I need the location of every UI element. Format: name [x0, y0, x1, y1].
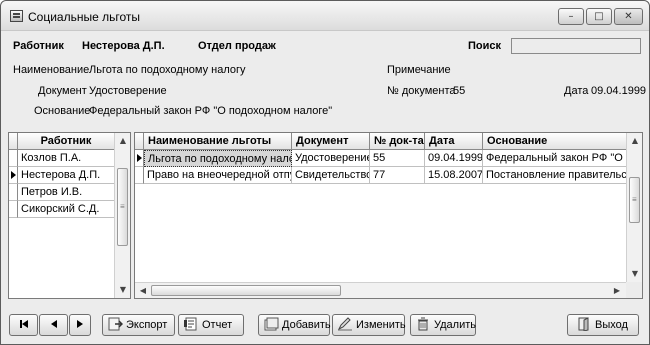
title-bar[interactable]: Социальные льготы – □ ✕: [1, 1, 649, 31]
column-header-doc-number[interactable]: № док-та: [370, 133, 425, 150]
benefit-cell-doc-number[interactable]: 77: [370, 167, 425, 184]
row-indicator: [135, 167, 144, 184]
next-record-button[interactable]: [69, 314, 91, 336]
employee-name: Нестерова Д.П.: [82, 40, 165, 52]
date-value: 09.04.1999: [591, 85, 647, 97]
benefit-cell-name[interactable]: Льгота по подоходному налогу: [144, 150, 292, 167]
scroll-down-arrow-icon[interactable]: ▼: [627, 266, 642, 282]
add-icon: [263, 317, 279, 331]
current-row-arrow-icon: [11, 171, 16, 179]
row-indicator-current: [9, 167, 18, 184]
scrollbar-corner: [626, 282, 642, 298]
maximize-button[interactable]: □: [586, 8, 612, 25]
search-label: Поиск: [468, 40, 502, 52]
first-record-button[interactable]: [9, 314, 38, 336]
delete-button[interactable]: Удалить: [410, 314, 476, 336]
scroll-down-arrow-icon[interactable]: ▼: [115, 282, 130, 298]
edit-label: Изменить: [356, 319, 406, 331]
name-value: Льгота по подоходному налогу: [89, 64, 246, 76]
employee-row-selected[interactable]: Нестерова Д.П.: [18, 167, 115, 184]
benefit-cell-name[interactable]: Право на внеочередной отпуск: [144, 167, 292, 184]
search-input[interactable]: [511, 38, 641, 54]
app-window-icon: [10, 10, 23, 22]
window-title: Социальные льготы: [28, 10, 141, 24]
doc-number-label: № документа: [387, 85, 456, 97]
benefit-cell-document[interactable]: Удостоверение: [292, 150, 370, 167]
scroll-right-arrow-icon[interactable]: ▶: [609, 283, 625, 298]
date-label: Дата: [564, 85, 589, 97]
scroll-up-arrow-icon[interactable]: ▲: [627, 133, 642, 149]
benefit-cell-basis[interactable]: Постановление правительства: [483, 167, 628, 184]
benefit-cell-date[interactable]: 15.08.2007: [425, 167, 483, 184]
prev-arrow-icon: [50, 320, 57, 328]
edit-icon: [337, 317, 353, 331]
benefit-cell-document[interactable]: Свидетельство: [292, 167, 370, 184]
add-label: Добавить: [282, 319, 331, 331]
employee-row[interactable]: Сикорский С.Д.: [18, 201, 115, 218]
column-header-date[interactable]: Дата: [425, 133, 483, 150]
next-arrow-icon: [77, 320, 83, 328]
indicator-header: [135, 133, 144, 150]
delete-icon: [415, 317, 431, 331]
doc-number-value: 55: [453, 85, 466, 97]
name-label: Наименование: [13, 64, 90, 76]
employees-vertical-scrollbar[interactable]: ▲ ≡ ▼: [114, 133, 130, 298]
benefit-cell-doc-number[interactable]: 55: [370, 150, 425, 167]
report-label: Отчет: [202, 319, 233, 331]
document-value: Удостоверение: [89, 85, 167, 97]
column-header-benefit-name[interactable]: Наименование льготы: [144, 133, 292, 150]
note-label: Примечание: [387, 64, 451, 76]
employee-row[interactable]: Петров И.В.: [18, 184, 115, 201]
scroll-left-arrow-icon[interactable]: ◀: [135, 283, 151, 298]
column-header-employee[interactable]: Работник: [18, 133, 115, 150]
basis-label: Основание: [34, 105, 91, 117]
current-row-arrow-icon: [137, 154, 142, 162]
close-button[interactable]: ✕: [614, 8, 643, 25]
export-icon: [107, 317, 123, 331]
basis-value: Федеральный закон РФ "О подоходном налог…: [89, 105, 333, 117]
document-label: Документ: [38, 85, 87, 97]
exit-label: Выход: [595, 319, 628, 331]
benefit-cell-basis[interactable]: Федеральный закон РФ "О подоходном налог…: [483, 150, 628, 167]
scroll-up-arrow-icon[interactable]: ▲: [115, 133, 130, 149]
grip-icon: ≡: [120, 202, 125, 211]
prev-record-button[interactable]: [39, 314, 68, 336]
benefit-cell-date[interactable]: 09.04.1999: [425, 150, 483, 167]
exit-button[interactable]: Выход: [567, 314, 639, 336]
report-button[interactable]: Отчет: [178, 314, 244, 336]
export-label: Экспорт: [126, 319, 168, 331]
delete-label: Удалить: [434, 319, 476, 331]
grip-icon: ≡: [632, 195, 637, 204]
first-arrow-icon: [21, 320, 28, 328]
row-indicator-current: [135, 150, 144, 167]
row-indicator: [9, 201, 18, 218]
row-indicator: [9, 150, 18, 167]
add-button[interactable]: Добавить: [258, 314, 331, 336]
employees-grid[interactable]: Работник Козлов П.А. Нестерова Д.П. Петр…: [8, 132, 131, 299]
exit-icon: [576, 317, 592, 332]
column-header-document[interactable]: Документ: [292, 133, 370, 150]
benefits-vertical-scrollbar[interactable]: ▲ ≡ ▼: [626, 133, 642, 282]
benefits-horizontal-scrollbar[interactable]: ◀ ▶: [135, 282, 626, 298]
employee-label: Работник: [13, 40, 64, 52]
benefits-vscroll-thumb[interactable]: ≡: [629, 177, 640, 223]
edit-button[interactable]: Изменить: [332, 314, 406, 336]
employee-row[interactable]: Козлов П.А.: [18, 150, 115, 167]
minimize-button[interactable]: –: [558, 8, 584, 25]
row-indicator: [9, 184, 18, 201]
employees-scroll-thumb[interactable]: ≡: [117, 168, 128, 246]
indicator-header: [9, 133, 18, 150]
export-button[interactable]: Экспорт: [102, 314, 175, 336]
benefits-hscroll-thumb[interactable]: [151, 285, 341, 296]
department-name: Отдел продаж: [198, 40, 276, 52]
report-icon: [183, 317, 199, 331]
benefits-grid[interactable]: Наименование льготы Документ № док-та Да…: [134, 132, 643, 299]
column-header-basis[interactable]: Основание: [483, 133, 628, 150]
benefits-window: Социальные льготы – □ ✕ Работник Нестеро…: [0, 0, 650, 345]
